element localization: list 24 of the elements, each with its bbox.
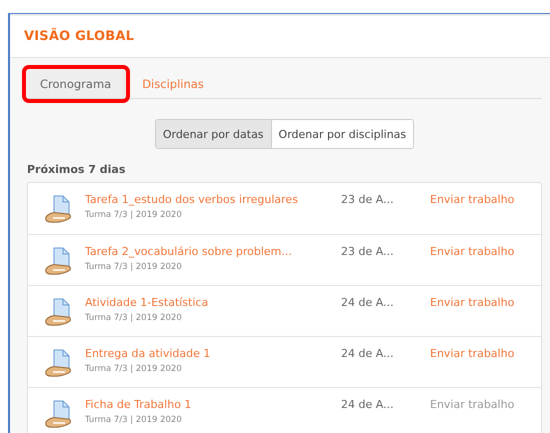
event-title-link[interactable]: Ficha de Trabalho 1 bbox=[85, 398, 341, 411]
action-link[interactable]: Enviar trabalho bbox=[430, 296, 514, 309]
event-date: 23 de A... bbox=[341, 245, 395, 258]
action-link[interactable]: Enviar trabalho bbox=[430, 193, 514, 206]
sort-button[interactable]: Ordenar por datas bbox=[156, 120, 271, 148]
block-title: VISÃO GLOBAL bbox=[24, 29, 134, 44]
course-label: Turma 7/3 | 2019 2020 bbox=[85, 210, 183, 220]
course-label: Turma 7/3 | 2019 2020 bbox=[85, 313, 183, 323]
tab[interactable]: Disciplinas bbox=[129, 70, 217, 98]
event-title-link[interactable]: Tarefa 2_vocabulário sobre problem... bbox=[85, 245, 341, 258]
event-title-link[interactable]: Entrega da atividade 1 bbox=[85, 347, 341, 360]
event-title-link[interactable]: Tarefa 1_estudo dos verbos irregulares bbox=[85, 193, 341, 206]
course-label: Turma 7/3 | 2019 2020 bbox=[85, 262, 183, 272]
action-link[interactable]: Enviar trabalho bbox=[430, 347, 514, 360]
action-link[interactable]: Enviar trabalho bbox=[430, 245, 514, 258]
course-label: Turma 7/3 | 2019 2020 bbox=[85, 415, 183, 425]
event-date: 24 de A... bbox=[341, 398, 395, 411]
event-date: 23 de A... bbox=[341, 193, 395, 206]
event-date: 24 de A... bbox=[341, 296, 395, 309]
event-title-link[interactable]: Atividade 1-Estatística bbox=[85, 296, 341, 309]
sort-button[interactable]: Ordenar por disciplinas bbox=[270, 120, 414, 148]
event-date: 24 de A... bbox=[341, 347, 395, 360]
section-title: Próximos 7 dias bbox=[27, 163, 126, 176]
course-label: Turma 7/3 | 2019 2020 bbox=[85, 364, 183, 374]
